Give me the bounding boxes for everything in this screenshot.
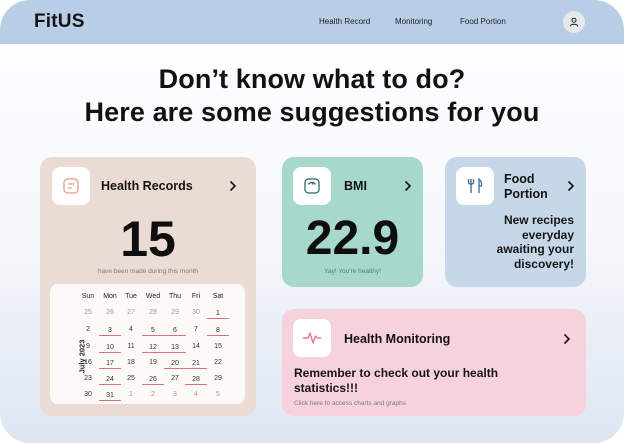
weekday-tue: Tue: [125, 293, 137, 300]
calendar-day[interactable]: 31: [99, 391, 121, 401]
calendar-day[interactable]: 29: [207, 375, 229, 382]
food-message-line-1: New recipes: [503, 213, 574, 227]
fork-knife-icon: [467, 177, 483, 193]
calendar-day[interactable]: 26: [142, 375, 164, 385]
monitoring-caption[interactable]: Click here to access charts and graphs: [294, 400, 406, 407]
records-icon: [63, 178, 79, 194]
calendar-day[interactable]: 27: [164, 375, 186, 382]
calendar-day[interactable]: 3: [99, 326, 121, 336]
calendar-day[interactable]: 25: [77, 309, 99, 316]
nav-health-record[interactable]: Health Record: [319, 17, 370, 26]
food-message-line-2: everyday: [521, 227, 574, 242]
food-title-line-2: Portion: [504, 187, 548, 201]
user-icon: [569, 17, 579, 27]
calendar-day[interactable]: 10: [99, 343, 121, 353]
logo[interactable]: FitUS: [34, 11, 85, 33]
calendar-day[interactable]: 2: [77, 326, 99, 333]
calendar-day[interactable]: 26: [99, 309, 121, 316]
calendar-day[interactable]: 14: [185, 343, 207, 350]
calendar-day[interactable]: 17: [99, 359, 121, 369]
calendar-day[interactable]: 25: [120, 375, 142, 382]
calendar-day[interactable]: 1: [207, 309, 229, 319]
bmi-card[interactable]: BMI 22.9 Yay! You're healthy!: [282, 157, 423, 287]
calendar-day[interactable]: 16: [77, 359, 99, 366]
food-icon-box: [456, 167, 494, 205]
nav-monitoring[interactable]: Monitoring: [395, 17, 432, 26]
scale-icon: [304, 178, 320, 194]
calendar-day[interactable]: 2: [142, 391, 164, 398]
calendar-day[interactable]: 23: [77, 375, 99, 382]
health-monitoring-card[interactable]: Health Monitoring Remember to check out …: [282, 309, 586, 416]
app-frame: FitUS Health Record Monitoring Food Port…: [0, 0, 624, 443]
chevron-right-icon[interactable]: [229, 180, 237, 192]
heartbeat-icon: [303, 332, 321, 344]
monitoring-message-line-2: statistics!!!: [294, 380, 359, 395]
calendar-day[interactable]: 19: [142, 359, 164, 366]
calendar-day[interactable]: 9: [77, 343, 99, 350]
food-message-line-4: discovery!: [513, 256, 574, 271]
chevron-right-icon[interactable]: [563, 333, 571, 345]
weekday-sun: Sun: [81, 293, 95, 300]
bmi-value: 22.9: [305, 212, 400, 265]
calendar-day[interactable]: 4: [185, 391, 207, 398]
headline-line-1: Don’t know what to do?: [158, 64, 466, 94]
calendar-day[interactable]: 13: [164, 343, 186, 353]
calendar-day[interactable]: 27: [120, 309, 142, 316]
monitoring-message-line-1: Remember to check out your health: [294, 366, 499, 380]
chevron-right-icon[interactable]: [404, 180, 412, 192]
calendar-day[interactable]: 28: [185, 375, 207, 385]
weekday-wed: Wed: [145, 293, 161, 300]
food-title-line-1: Food: [504, 172, 535, 186]
food-message-line-3: awaiting your: [496, 242, 574, 256]
weekday-mon: Mon: [103, 293, 117, 300]
calendar-day[interactable]: 5: [207, 391, 229, 398]
calendar-day[interactable]: 20: [164, 359, 186, 369]
calendar-day[interactable]: 29: [164, 309, 186, 316]
health-records-title: Health Records: [101, 179, 193, 193]
calendar-day[interactable]: 21: [185, 359, 207, 369]
records-icon-box: [52, 167, 90, 205]
calendar-day[interactable]: 5: [142, 326, 164, 336]
weekday-thu: Thu: [168, 293, 182, 300]
calendar-day[interactable]: 22: [207, 359, 229, 366]
avatar[interactable]: [563, 11, 585, 33]
health-records-count: 15: [120, 211, 176, 267]
calendar-day[interactable]: 24: [99, 375, 121, 385]
calendar-day[interactable]: 7: [185, 326, 207, 333]
calendar-day[interactable]: 4: [120, 326, 142, 333]
calendar-day[interactable]: 30: [185, 309, 207, 316]
bmi-caption: Yay! You're healthy!: [324, 268, 381, 275]
calendar-day[interactable]: 18: [120, 359, 142, 366]
calendar-day[interactable]: 30: [77, 391, 99, 398]
calendar-day[interactable]: 1: [120, 391, 142, 398]
calendar-day[interactable]: 3: [164, 391, 186, 398]
headline-line-2: Here are some suggestions for you: [84, 97, 540, 127]
calendar-day[interactable]: 6: [164, 326, 186, 336]
food-portion-card[interactable]: Food Portion New recipes everyday awaiti…: [445, 157, 586, 287]
calendar-day[interactable]: 28: [142, 309, 164, 316]
weekday-sat: Sat: [212, 293, 224, 300]
top-nav: FitUS Health Record Monitoring Food Port…: [0, 0, 624, 44]
calendar-day[interactable]: 12: [142, 343, 164, 353]
calendar: July 2023 Sun Mon Tue Wed Thu Fri Sat 25…: [50, 284, 245, 404]
chevron-right-icon[interactable]: [567, 180, 575, 192]
calendar-day[interactable]: 8: [207, 326, 229, 336]
nav-food-portion[interactable]: Food Portion: [460, 17, 506, 26]
monitoring-icon-box: [293, 319, 331, 357]
bmi-title: BMI: [344, 179, 367, 193]
bmi-icon-box: [293, 167, 331, 205]
calendar-day[interactable]: 11: [120, 343, 142, 350]
health-records-caption: have been made during this month: [97, 268, 199, 275]
weekday-fri: Fri: [191, 293, 201, 300]
health-monitoring-title: Health Monitoring: [344, 332, 451, 346]
calendar-day[interactable]: 15: [207, 343, 229, 350]
